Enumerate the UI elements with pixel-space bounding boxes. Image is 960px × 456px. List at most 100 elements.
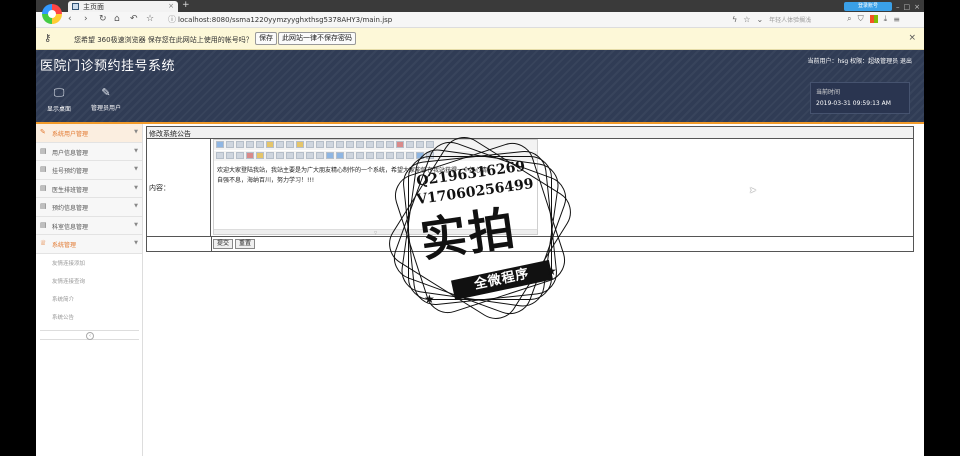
template-icon[interactable]: [266, 141, 274, 148]
chevron-down-icon: ▼: [134, 240, 138, 246]
nav-show-desktop-label: 显示桌面: [46, 106, 71, 113]
sidebar-item-system-admin[interactable]: ♕ 系统管理 ▼: [36, 235, 142, 254]
underline-icon[interactable]: [286, 152, 294, 159]
new-tab-icon[interactable]: +: [182, 0, 190, 10]
paste-text-icon[interactable]: [306, 141, 314, 148]
copy-icon[interactable]: [286, 141, 294, 148]
dropdown-icon[interactable]: ⌄: [756, 15, 763, 24]
line-height-icon[interactable]: [306, 152, 314, 159]
address-tools: ϟ ☆ ⌄ 年轻人体验搁浅 ⌕ ⛉ ⤓ ≡: [732, 14, 900, 24]
home-icon[interactable]: ⌂: [114, 14, 120, 24]
sidebar-item-system-users[interactable]: ✎ 系统用户管理 ▼: [36, 124, 142, 143]
nav-admin-user[interactable]: ✎ 管理员用户: [84, 86, 128, 112]
back-icon[interactable]: ‹: [68, 14, 72, 24]
flash-icon[interactable]: [346, 152, 354, 159]
menu-icon[interactable]: ≡: [893, 15, 900, 24]
submit-button[interactable]: 提交: [213, 239, 234, 249]
download-icon[interactable]: ⤓: [884, 14, 888, 24]
minimize-icon[interactable]: –: [896, 3, 900, 11]
tab-main[interactable]: 主页面 ×: [68, 1, 178, 12]
page-favicon-icon: [72, 3, 79, 10]
strikethrough-icon[interactable]: [296, 152, 304, 159]
edit-icon: ✎: [40, 128, 46, 136]
source-icon[interactable]: [216, 141, 224, 148]
sidebar-item-departments[interactable]: ▤ 科室信息管理 ▼: [36, 216, 142, 235]
panel-title: 修改系统公告: [149, 130, 191, 138]
save-password-button[interactable]: 保存: [255, 32, 277, 45]
sidebar-item-doctor-schedule[interactable]: ▤ 医生排班管理 ▼: [36, 179, 142, 198]
list-icon: ▤: [40, 220, 47, 229]
nav-show-desktop[interactable]: 🖵 显示桌面: [37, 86, 81, 113]
reset-button[interactable]: 重置: [235, 239, 256, 249]
apps-icon[interactable]: [869, 15, 878, 23]
sidebar-item-label: 系统管理: [52, 242, 77, 249]
print-icon[interactable]: [256, 141, 264, 148]
sidebar: ✎ 系统用户管理 ▼ ▤ 用户信息管理 ▼ ▤ 挂号预约管理 ▼ ▤ 医生排班管…: [36, 124, 143, 456]
sidebar-item-label: 医生排班管理: [52, 186, 89, 194]
undo-close-icon[interactable]: ↶: [130, 14, 138, 24]
page-info-icon[interactable]: ⓘ: [168, 14, 176, 25]
ordered-list-icon[interactable]: [356, 141, 364, 148]
sidebar-item-label: 挂号预约管理: [52, 168, 89, 175]
forward-icon[interactable]: ›: [84, 14, 88, 24]
remove-format-icon[interactable]: [316, 152, 324, 159]
url-text[interactable]: localhost:8080/ssma1220yymzyyghxthsg5378…: [178, 16, 392, 24]
sidebar-subitem-intro[interactable]: 系统简介: [36, 290, 142, 308]
preview-icon[interactable]: [246, 141, 254, 148]
url-field[interactable]: ⓘ localhost:8080/ssma1220yymzyyghxthsg53…: [164, 14, 724, 26]
justify-icon[interactable]: [346, 141, 354, 148]
font-size-icon[interactable]: [236, 152, 244, 159]
current-time-label: 当前时间: [816, 89, 841, 96]
undo-icon[interactable]: [226, 141, 234, 148]
sidebar-item-appointments[interactable]: ▤ 挂号预约管理 ▼: [36, 161, 142, 180]
close-window-icon[interactable]: ×: [914, 3, 920, 11]
sidebar-item-label: 预约信息管理: [52, 205, 89, 212]
security-shield-icon[interactable]: ⛉: [858, 14, 864, 24]
search-input[interactable]: 年轻人体验搁浅: [769, 15, 841, 24]
bold-icon[interactable]: [266, 152, 274, 159]
sidebar-subitem-notice[interactable]: 系统公告: [36, 308, 142, 326]
font-family-icon[interactable]: [226, 152, 234, 159]
reload-icon[interactable]: ↻: [99, 14, 107, 24]
cut-icon[interactable]: [276, 141, 284, 148]
redo-icon[interactable]: [236, 141, 244, 148]
align-left-icon[interactable]: [316, 141, 324, 148]
mouse-cursor-icon: ➤: [749, 186, 757, 196]
sidebar-subitem-label: 系统简介: [52, 296, 75, 303]
sidebar-subitem-label: 系统公告: [52, 314, 75, 321]
sidebar-item-user-info[interactable]: ▤ 用户信息管理 ▼: [36, 142, 142, 161]
collapse-icon[interactable]: ‹: [86, 332, 94, 340]
list-icon: ▤: [40, 165, 47, 173]
align-center-icon[interactable]: [326, 141, 334, 148]
tab-close-icon[interactable]: ×: [168, 2, 174, 10]
sidebar-subitem-query-link[interactable]: 友情连接查询: [36, 272, 142, 290]
browser-logo-icon[interactable]: [42, 4, 62, 24]
search-icon[interactable]: ⌕: [847, 14, 851, 24]
current-user-info[interactable]: 当前用户：hsg 权限：超级管理员 退出: [807, 56, 912, 65]
bookmark-star-icon[interactable]: ☆: [743, 15, 750, 24]
pencil-icon: ✎: [101, 86, 111, 99]
paste-icon[interactable]: [296, 141, 304, 148]
never-save-button[interactable]: 此网站一律不保存密码: [278, 32, 356, 45]
image-icon[interactable]: [326, 152, 334, 159]
highlight-icon[interactable]: [256, 152, 264, 159]
sidebar-item-booking-info[interactable]: ▤ 预约信息管理 ▼: [36, 198, 142, 217]
heading-icon[interactable]: [216, 152, 224, 159]
font-color-icon[interactable]: [246, 152, 254, 159]
account-button[interactable]: 登录账号: [844, 2, 892, 11]
sidebar-collapse[interactable]: ‹: [40, 330, 139, 340]
watermark-stamp: Q2196316269 V17060256499 实拍 全微程序 ★ ★: [372, 128, 588, 328]
multi-image-icon[interactable]: [336, 152, 344, 159]
media-icon[interactable]: [356, 152, 364, 159]
align-right-icon[interactable]: [336, 141, 344, 148]
lightning-icon[interactable]: ϟ: [732, 15, 737, 24]
sidebar-subitem-add-link[interactable]: 友情连接添加: [36, 254, 142, 272]
sidebar-subitem-label: 友情连接添加: [52, 260, 86, 267]
chevron-down-icon: ▼: [134, 147, 138, 154]
italic-icon[interactable]: [276, 152, 284, 159]
close-bar-icon[interactable]: ×: [908, 33, 916, 43]
nav-admin-user-label: 管理员用户: [90, 105, 121, 112]
maximize-icon[interactable]: □: [904, 3, 911, 11]
favorite-star-icon[interactable]: ☆: [146, 14, 154, 24]
sidebar-item-label: 用户信息管理: [52, 149, 89, 157]
